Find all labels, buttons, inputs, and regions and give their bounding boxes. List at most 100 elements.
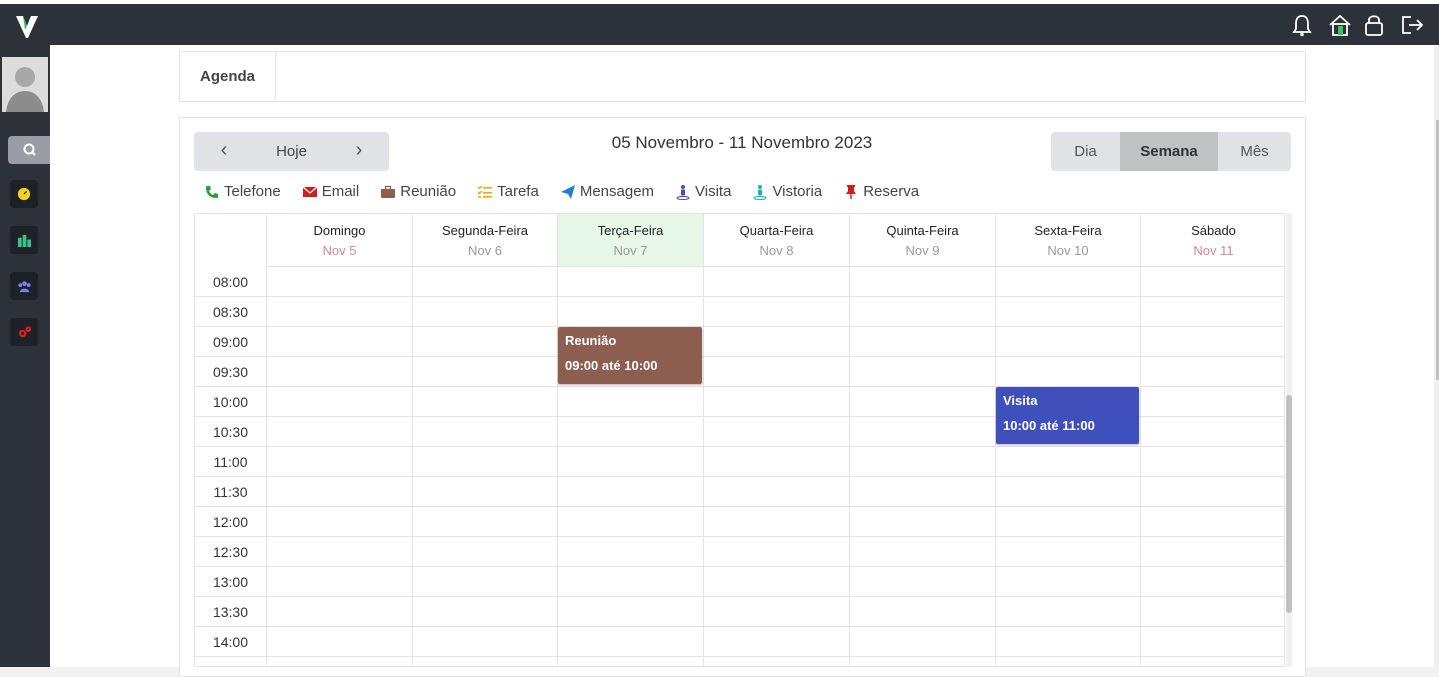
grid-hline [266, 596, 1284, 597]
legend-label: Vistoria [772, 183, 823, 200]
logout-icon[interactable] [1399, 13, 1424, 37]
time-slot-label: 10:00 [195, 387, 266, 417]
day-date: Nov 8 [759, 243, 794, 258]
pushpin-icon [846, 184, 857, 199]
event-title: Reunião [565, 333, 617, 348]
legend-item-vistoria[interactable]: Vistoria [752, 183, 822, 200]
home-icon[interactable] [1327, 13, 1351, 37]
envelope-icon [302, 186, 318, 197]
day-date: Nov 7 [613, 243, 648, 258]
users-icon [17, 280, 31, 292]
event-type-legend: Telefone Email Reunião Tarefa Mensagem V… [204, 183, 919, 200]
grid-hline [266, 356, 1284, 357]
day-name: Domingo [313, 223, 366, 238]
tasks-icon [477, 184, 493, 198]
grid-vline [849, 267, 850, 666]
grid-vline [412, 267, 413, 666]
legend-label: Telefone [224, 183, 281, 200]
grid-hline [266, 536, 1284, 537]
day-header-quinta[interactable]: Quinta-Feira Nov 9 [849, 214, 995, 267]
event-time: 09:00 até 10:00 [565, 358, 658, 373]
page-scrollbar[interactable] [1434, 45, 1439, 667]
day-date: Nov 9 [905, 243, 940, 258]
day-header-sabado[interactable]: Sábado Nov 11 [1140, 214, 1284, 267]
top-bar [0, 0, 1439, 45]
grid-hline [266, 326, 1284, 327]
event-reuniao[interactable]: Reunião 09:00 até 10:00 [558, 327, 702, 384]
legend-label: Visita [695, 183, 732, 200]
time-slot-label: 11:30 [195, 477, 266, 507]
chevron-left-icon[interactable]: ‹ [204, 132, 244, 171]
day-date: Nov 5 [322, 243, 357, 258]
grid-hline [266, 626, 1284, 627]
logo[interactable] [14, 12, 40, 40]
sidebar-search-button[interactable] [8, 136, 50, 164]
time-slot-label: 13:30 [195, 597, 266, 627]
grid-vline [1140, 267, 1141, 666]
event-time: 10:00 até 11:00 [1003, 418, 1095, 433]
sidebar-item-dashboard[interactable] [10, 180, 38, 208]
grid-vline [995, 267, 996, 666]
time-slot-label: 08:00 [195, 267, 266, 297]
grid-vline [266, 267, 267, 666]
sidebar-item-users[interactable] [10, 272, 38, 300]
time-slot-label: 09:30 [195, 357, 266, 387]
day-name: Quarta-Feira [739, 223, 814, 238]
event-visita[interactable]: Visita 10:00 até 11:00 [996, 387, 1139, 444]
bell-icon[interactable] [1291, 13, 1313, 37]
view-month-button[interactable]: Mês [1218, 132, 1291, 171]
sidebar-item-settings[interactable] [10, 318, 38, 346]
briefcase-icon [381, 185, 396, 198]
day-name: Sábado [1191, 223, 1236, 238]
legend-label: Email [321, 183, 360, 200]
calendar-scrollbar[interactable] [1286, 213, 1292, 667]
day-date: Nov 6 [468, 243, 502, 258]
legend-item-reuniao[interactable]: Reunião [380, 183, 456, 200]
lock-icon[interactable] [1363, 13, 1385, 37]
legend-label: Tarefa [497, 183, 539, 200]
date-range-title: 05 Novembro - 11 Novembro 2023 [611, 133, 873, 152]
legend-item-tarefa[interactable]: Tarefa [477, 183, 539, 200]
avatar[interactable] [2, 57, 48, 112]
time-slot-label: 13:00 [195, 567, 266, 597]
page-title: Agenda [180, 52, 276, 101]
date-navigation: ‹ Hoje › [194, 132, 389, 171]
time-slot-label: 12:30 [195, 537, 266, 567]
buildings-icon [17, 234, 31, 247]
person-inspect-icon [753, 184, 767, 200]
legend-item-mensagem[interactable]: Mensagem [560, 183, 654, 200]
today-button[interactable]: Hoje [254, 132, 329, 171]
dashboard-icon [17, 187, 31, 201]
view-week-button[interactable]: Semana [1120, 132, 1218, 171]
time-slot-label: 10:30 [195, 417, 266, 447]
legend-item-visita[interactable]: Visita [675, 183, 731, 200]
day-header-terca[interactable]: Terça-Feira Nov 7 [557, 214, 703, 267]
grid-hline [266, 656, 1284, 657]
day-header-segunda[interactable]: Segunda-Feira Nov 6 [412, 214, 557, 267]
day-header-sexta[interactable]: Sexta-Feira Nov 10 [995, 214, 1140, 267]
legend-label: Mensagem [579, 183, 655, 200]
time-slot-label: 12:00 [195, 507, 266, 537]
event-title: Visita [1003, 393, 1038, 408]
legend-label: Reserva [863, 183, 920, 200]
time-column: 08:00 08:30 09:00 09:30 10:00 10:30 11:0… [195, 267, 266, 666]
day-name: Terça-Feira [597, 223, 664, 238]
grid-hline [266, 476, 1284, 477]
legend-label: Reunião [400, 183, 457, 200]
sidebar-item-buildings[interactable] [10, 226, 38, 254]
legend-item-telefone[interactable]: Telefone [204, 183, 281, 200]
time-slot-label: 08:30 [195, 297, 266, 327]
day-name: Sexta-Feira [1034, 223, 1102, 238]
chevron-right-icon[interactable]: › [339, 132, 379, 171]
legend-item-email[interactable]: Email [302, 183, 360, 200]
view-day-button[interactable]: Dia [1051, 132, 1120, 171]
day-header-domingo[interactable]: Domingo Nov 5 [266, 214, 412, 267]
grid-hline [266, 446, 1284, 447]
legend-item-reserva[interactable]: Reserva [843, 183, 919, 200]
day-date: Nov 11 [1193, 243, 1234, 258]
day-name: Segunda-Feira [442, 223, 528, 238]
settings-icon [18, 325, 31, 337]
day-name: Quinta-Feira [886, 223, 959, 238]
day-header-quarta[interactable]: Quarta-Feira Nov 8 [703, 214, 849, 267]
view-switcher: Dia Semana Mês [1051, 132, 1291, 171]
